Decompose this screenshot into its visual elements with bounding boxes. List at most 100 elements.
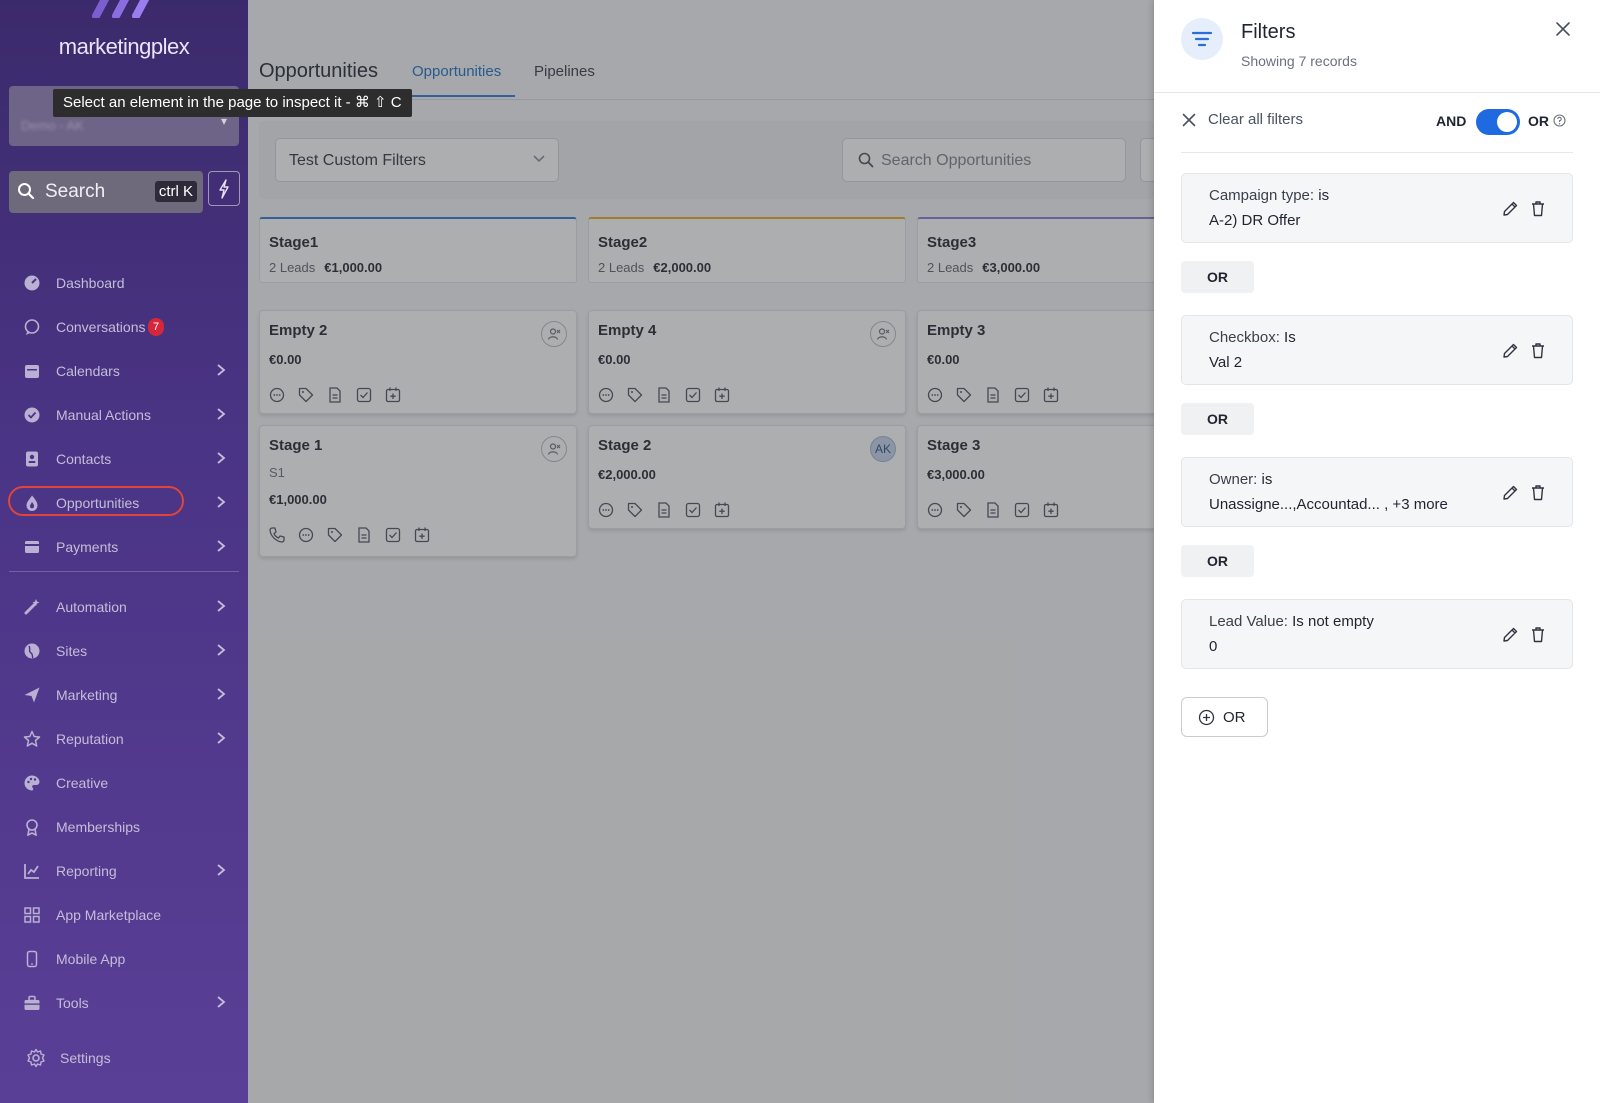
filter-value: A-2) DR Offer	[1209, 212, 1301, 229]
or-label: OR	[1528, 113, 1549, 129]
filter-condition: Lead Value: Is not empty 0	[1181, 599, 1573, 669]
clear-all-filters-button[interactable]: Clear all filters	[1182, 111, 1303, 128]
sidebar-item-settings[interactable]: Settings	[4, 1040, 252, 1076]
panel-subtitle: Showing 7 records	[1241, 53, 1357, 69]
sidebar-item-mobile-app[interactable]: Mobile App	[0, 941, 248, 977]
chevron-right-icon	[217, 540, 226, 552]
sidebar-item-marketing[interactable]: Marketing	[0, 677, 248, 713]
filter-field-name: Lead Value:	[1209, 613, 1288, 630]
chevron-right-icon	[217, 364, 226, 376]
filter-condition: Owner: is Unassigne...,Accountad... , +3…	[1181, 457, 1573, 527]
trash-icon[interactable]	[1530, 342, 1546, 359]
sidebar-item-label: Reputation	[56, 731, 124, 747]
payments-icon	[22, 537, 42, 557]
plus-circle-icon	[1198, 709, 1215, 725]
or-connector: OR	[1181, 403, 1254, 435]
help-icon[interactable]	[1553, 114, 1566, 127]
check-badge-icon	[22, 405, 42, 425]
grid-icon	[22, 905, 42, 925]
sidebar-item-dashboard[interactable]: Dashboard	[0, 265, 248, 301]
inspect-highlight	[8, 486, 184, 516]
filter-condition: Checkbox: Is Val 2	[1181, 315, 1573, 385]
and-label: AND	[1436, 113, 1467, 129]
sidebar-item-calendars[interactable]: Calendars	[0, 353, 248, 389]
sidebar-item-creative[interactable]: Creative	[0, 765, 248, 801]
close-icon[interactable]	[1552, 18, 1574, 40]
bolt-icon	[219, 178, 229, 199]
filter-operator: Is not empty	[1292, 613, 1374, 630]
globe-icon	[22, 641, 42, 661]
calendar-icon	[22, 361, 42, 381]
and-or-toggle[interactable]	[1476, 109, 1520, 135]
filter-field-name: Owner:	[1209, 471, 1258, 488]
logo-mark-icon	[92, 0, 150, 18]
sidebar-item-memberships[interactable]: Memberships	[0, 809, 248, 845]
add-or-label: OR	[1223, 708, 1246, 726]
sidebar-item-automation[interactable]: Automation	[0, 589, 248, 625]
sidebar-search[interactable]: Search ctrl K	[9, 171, 203, 213]
filter-operator: Is	[1284, 329, 1296, 346]
modal-backdrop[interactable]	[248, 0, 1154, 1103]
wand-icon	[22, 597, 42, 617]
edit-icon[interactable]	[1502, 342, 1519, 359]
sidebar-item-label: Tools	[56, 995, 89, 1011]
sidebar-item-contacts[interactable]: Contacts	[0, 441, 248, 477]
sidebar-item-label: Mobile App	[56, 951, 126, 967]
edit-icon[interactable]	[1502, 626, 1519, 643]
edit-icon[interactable]	[1502, 200, 1519, 217]
or-connector: OR	[1181, 261, 1254, 293]
chevron-right-icon	[217, 644, 226, 656]
trash-icon[interactable]	[1530, 484, 1546, 501]
filter-value: Val 2	[1209, 354, 1243, 371]
filter-value: 0	[1209, 638, 1218, 655]
filter-field: Lead Value: Is not empty	[1209, 613, 1374, 630]
trash-icon[interactable]	[1530, 200, 1546, 217]
sidebar-item-manual-actions[interactable]: Manual Actions	[0, 397, 248, 433]
chart-icon	[22, 861, 42, 881]
sidebar-item-reputation[interactable]: Reputation	[0, 721, 248, 757]
filter-icon	[1181, 18, 1223, 60]
or-connector: OR	[1181, 545, 1254, 577]
sidebar-item-label: Marketing	[56, 687, 118, 703]
search-label: Search	[45, 181, 106, 202]
sidebar: marketingplex Demo - AK ▾ Select an elem…	[0, 0, 412, 1103]
sidebar-item-label: Memberships	[56, 819, 141, 835]
account-name: Demo - AK	[21, 118, 84, 133]
chevron-right-icon	[217, 600, 226, 612]
sidebar-item-label: Automation	[56, 599, 127, 615]
sidebar-item-tools[interactable]: Tools	[0, 985, 248, 1021]
sidebar-item-label: Calendars	[56, 363, 120, 379]
sidebar-item-label: App Marketplace	[56, 907, 162, 923]
sidebar-divider	[9, 571, 239, 572]
edit-icon[interactable]	[1502, 484, 1519, 501]
sidebar-item-label: Settings	[60, 1050, 111, 1066]
panel-divider	[1154, 92, 1600, 93]
chevron-right-icon	[217, 452, 226, 464]
sidebar-item-label: Sites	[56, 643, 88, 659]
dashboard-icon	[22, 273, 42, 293]
trash-icon[interactable]	[1530, 626, 1546, 643]
toolbox-icon	[22, 993, 42, 1013]
sidebar-item-label: Contacts	[56, 451, 112, 467]
sidebar-item-label: Conversations	[56, 319, 146, 335]
sidebar-item-label: Payments	[56, 539, 119, 555]
sidebar-item-conversations[interactable]: Conversations 7	[0, 309, 248, 345]
logo-text: marketingplex	[58, 34, 190, 59]
filter-field: Campaign type: is	[1209, 187, 1329, 204]
sidebar-item-label: Creative	[56, 775, 109, 791]
unread-badge: 7	[148, 318, 164, 336]
add-or-filter-button[interactable]: OR	[1181, 697, 1268, 737]
sidebar-item-reporting[interactable]: Reporting	[0, 853, 248, 889]
sidebar-item-app-marketplace[interactable]: App Marketplace	[0, 897, 248, 933]
filter-field-name: Campaign type:	[1209, 187, 1315, 204]
sidebar-item-payments[interactable]: Payments	[0, 529, 248, 565]
clear-all-label: Clear all filters	[1208, 111, 1304, 128]
sidebar-item-sites[interactable]: Sites	[0, 633, 248, 669]
filter-value: Unassigne...,Accountad... , +3 more	[1209, 496, 1448, 513]
filter-operator: is	[1318, 187, 1330, 204]
chevron-right-icon	[217, 732, 226, 744]
filters-panel: Filters Showing 7 records Clear all filt…	[1154, 0, 1600, 1103]
gear-icon	[26, 1048, 46, 1068]
quick-actions-button[interactable]	[208, 171, 240, 206]
star-icon	[22, 729, 42, 749]
